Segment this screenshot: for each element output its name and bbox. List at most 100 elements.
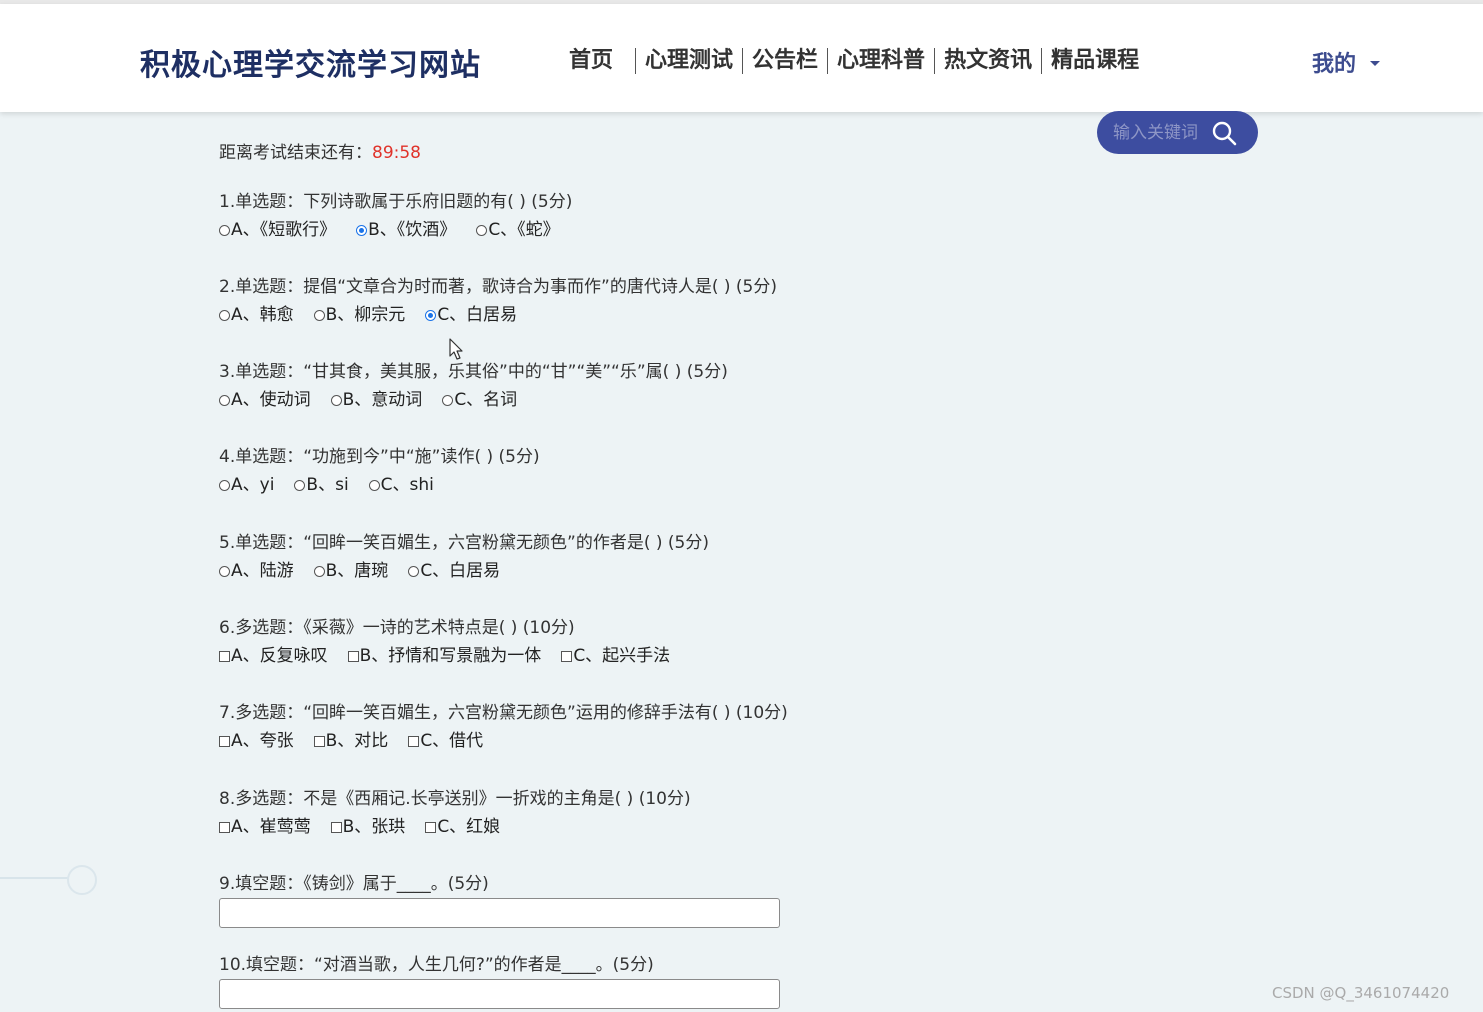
answer-option[interactable]: B、抒情和写景融为一体 xyxy=(347,644,541,668)
site-header: 积极心理学交流学习网站 首页 心理测试 公告栏 心理科普 热文资讯 精品课程 我… xyxy=(0,4,1483,112)
nav-item-courses[interactable]: 精品课程 xyxy=(1042,46,1148,76)
option-group: A、反复咏叹 B、抒情和写景融为一体 C、起兴手法 xyxy=(219,644,1019,668)
nav-item-home[interactable]: 首页 xyxy=(560,46,635,76)
checkbox[interactable] xyxy=(408,735,420,747)
timer-label: 距离考试结束还有： xyxy=(219,143,372,163)
exam-timer: 距离考试结束还有：89:58 xyxy=(219,140,1019,166)
question-title: 7.多选题：“回眸一笑百媚生，六宫粉黛无颜色”运用的修辞手法有( ) (10分) xyxy=(219,703,788,723)
answer-option[interactable]: A、韩愈 xyxy=(219,303,294,327)
option-label: C、借代 xyxy=(420,731,484,751)
answer-option[interactable]: A、yi xyxy=(219,473,274,497)
nav-item-bulletin[interactable]: 公告栏 xyxy=(743,46,827,76)
option-label: C、红娘 xyxy=(437,817,501,837)
question-item: 3.单选题：“甘其食，美其服，乐其俗”中的“甘”“美”“乐”属( ) (5分) A… xyxy=(219,360,1019,412)
question-item: 6.多选题：《采薇》一诗的艺术特点是( ) (10分) A、反复咏叹 B、抒情和写景… xyxy=(219,616,1019,668)
watermark: CSDN @Q_3461074420 xyxy=(1272,984,1450,1002)
answer-option[interactable]: C、白居易 xyxy=(408,559,500,583)
user-menu[interactable]: 我的 xyxy=(1312,46,1381,78)
answer-option[interactable]: B、si xyxy=(294,473,349,497)
search-input[interactable] xyxy=(1111,121,1215,144)
question-title: 9.填空题：《铸剑》属于____。(5分) xyxy=(219,874,489,894)
option-group: A、韩愈 B、柳宗元 C、白居易 xyxy=(219,303,1019,327)
checkbox[interactable] xyxy=(425,821,437,833)
answer-option[interactable]: B、意动词 xyxy=(330,388,422,412)
answer-option[interactable]: A、夸张 xyxy=(219,729,294,753)
answer-option[interactable]: B、柳宗元 xyxy=(313,303,406,327)
question-item: 5.单选题：“回眸一笑百媚生，六宫粉黛无颜色”的作者是( ) (5分) A、陆游 B… xyxy=(219,531,1019,583)
option-group: A、《短歌行》 B、《饮酒》 C、《蛇》 xyxy=(219,218,1019,242)
answer-option[interactable]: C、借代 xyxy=(408,729,483,753)
radio-button[interactable] xyxy=(476,224,488,236)
search-icon[interactable] xyxy=(1211,120,1237,146)
question-title: 5.单选题：“回眸一笑百媚生，六宫粉黛无颜色”的作者是( ) (5分) xyxy=(219,533,709,553)
answer-option[interactable]: A、反复咏叹 xyxy=(219,644,328,668)
answer-option[interactable]: C、起兴手法 xyxy=(561,644,670,668)
radio-button[interactable] xyxy=(313,565,325,577)
decorative-circle xyxy=(67,865,97,895)
answer-option[interactable]: B、对比 xyxy=(313,729,388,753)
checkbox[interactable] xyxy=(347,650,359,662)
checkbox[interactable] xyxy=(313,735,325,747)
radio-button[interactable] xyxy=(368,479,380,491)
option-label: B、《饮酒》 xyxy=(368,220,457,240)
checkbox[interactable] xyxy=(330,821,342,833)
answer-option[interactable]: A、《短歌行》 xyxy=(219,218,336,242)
question-item: 4.单选题：“功施到今”中“施”读作( ) (5分) A、yi B、si C、shi xyxy=(219,445,1019,497)
radio-button[interactable] xyxy=(425,309,437,321)
radio-button[interactable] xyxy=(219,565,230,577)
option-label: B、柳宗元 xyxy=(325,305,406,325)
nav-item-news[interactable]: 热文资讯 xyxy=(935,46,1041,76)
option-label: A、陆游 xyxy=(231,561,294,581)
question-item: 9.填空题：《铸剑》属于____。(5分) xyxy=(219,872,1019,928)
question-title: 4.单选题：“功施到今”中“施”读作( ) (5分) xyxy=(219,447,540,467)
radio-button[interactable] xyxy=(313,309,325,321)
main-nav: 首页 心理测试 公告栏 心理科普 热文资讯 精品课程 xyxy=(560,46,1148,76)
question-item: 7.多选题：“回眸一笑百媚生，六宫粉黛无颜色”运用的修辞手法有( ) (10分)… xyxy=(219,701,1019,753)
nav-item-science[interactable]: 心理科普 xyxy=(828,46,934,76)
answer-option[interactable]: C、白居易 xyxy=(425,303,517,327)
option-label: C、白居易 xyxy=(420,561,501,581)
question-item: 1.单选题：下列诗歌属于乐府旧题的有( ) (5分) A、《短歌行》 B、《饮酒》 C… xyxy=(219,190,1019,242)
exam-form: 距离考试结束还有：89:58 1.单选题：下列诗歌属于乐府旧题的有( ) (5分… xyxy=(219,140,1019,1009)
nav-item-psych-test[interactable]: 心理测试 xyxy=(636,46,742,76)
option-label: A、使动词 xyxy=(231,390,311,410)
answer-option[interactable]: B、唐琬 xyxy=(313,559,389,583)
option-label: B、唐琬 xyxy=(325,561,389,581)
option-label: A、夸张 xyxy=(231,731,294,751)
radio-button[interactable] xyxy=(442,394,454,406)
checkbox[interactable] xyxy=(561,650,573,662)
checkbox[interactable] xyxy=(219,650,230,662)
option-label: C、起兴手法 xyxy=(573,646,671,666)
option-label: C、白居易 xyxy=(437,305,518,325)
option-label: B、si xyxy=(306,475,349,495)
answer-option[interactable]: B、《饮酒》 xyxy=(356,218,456,242)
radio-button[interactable] xyxy=(219,479,230,491)
radio-button[interactable] xyxy=(219,224,230,236)
option-label: A、反复咏叹 xyxy=(231,646,328,666)
answer-input[interactable] xyxy=(219,979,780,1009)
question-title: 3.单选题：“甘其食，美其服，乐其俗”中的“甘”“美”“乐”属( ) (5分) xyxy=(219,362,728,382)
answer-option[interactable]: B、张珙 xyxy=(330,815,405,839)
answer-option[interactable]: A、崔莺莺 xyxy=(219,815,311,839)
answer-option[interactable]: C、shi xyxy=(368,473,434,497)
answer-input[interactable] xyxy=(219,898,780,928)
answer-option[interactable]: C、《蛇》 xyxy=(476,218,560,242)
checkbox[interactable] xyxy=(219,821,230,833)
answer-option[interactable]: C、红娘 xyxy=(425,815,500,839)
radio-button[interactable] xyxy=(330,394,342,406)
answer-option[interactable]: A、使动词 xyxy=(219,388,311,412)
option-label: A、yi xyxy=(231,475,275,495)
site-logo[interactable]: 积极心理学交流学习网站 xyxy=(140,40,481,84)
radio-button[interactable] xyxy=(356,224,368,236)
user-menu-label: 我的 xyxy=(1312,52,1357,77)
checkbox[interactable] xyxy=(219,735,230,747)
option-label: A、韩愈 xyxy=(231,305,294,325)
search-box xyxy=(1097,111,1258,154)
radio-button[interactable] xyxy=(408,565,420,577)
radio-button[interactable] xyxy=(219,394,230,406)
answer-option[interactable]: A、陆游 xyxy=(219,559,294,583)
radio-button[interactable] xyxy=(219,309,230,321)
answer-option[interactable]: C、名词 xyxy=(442,388,517,412)
question-item: 10.填空题：“对酒当歌，人生几何?”的作者是____。(5分) xyxy=(219,953,1019,1009)
radio-button[interactable] xyxy=(294,479,306,491)
